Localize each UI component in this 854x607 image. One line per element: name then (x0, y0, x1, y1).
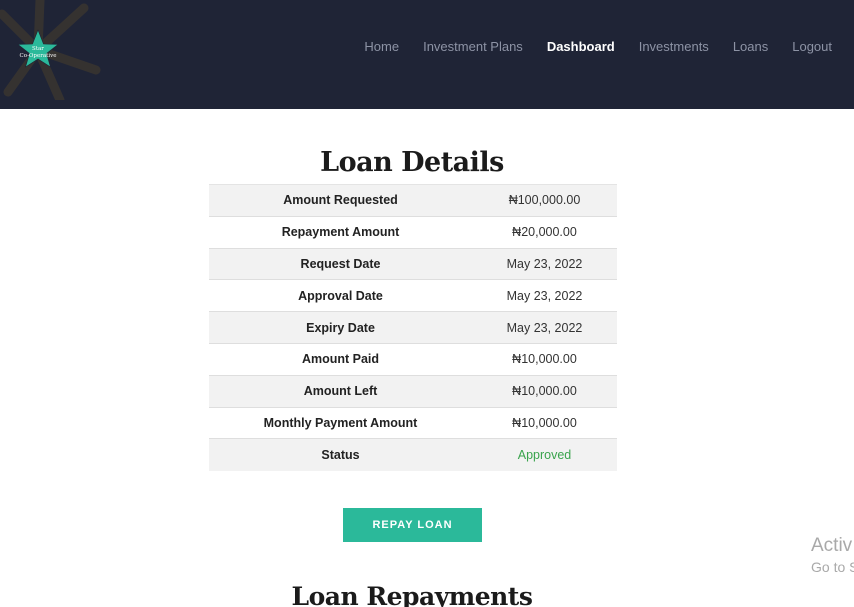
row-value: ₦10,000.00 (512, 384, 577, 399)
nav-home[interactable]: Home (364, 39, 399, 55)
star-logo[interactable]: Star Co-Operative (0, 0, 104, 100)
row-value: May 23, 2022 (506, 256, 583, 271)
activation-watermark: Activ Go to S (811, 535, 854, 576)
nav-dashboard[interactable]: Dashboard (547, 39, 615, 55)
row-label: Repayment Amount (281, 225, 400, 240)
navbar: Star Co-Operative Home Investment Plans … (0, 0, 854, 109)
table-row: Request Date May 23, 2022 (209, 248, 617, 280)
watermark-line2: Go to S (811, 559, 854, 575)
loan-details-title: Loan Details (320, 147, 504, 178)
row-value: ₦100,000.00 (508, 193, 581, 208)
nav-investments[interactable]: Investments (639, 39, 709, 55)
logo-text-line1: Star (32, 46, 44, 52)
table-row: Amount Requested ₦100,000.00 (209, 184, 617, 217)
row-value: May 23, 2022 (506, 320, 583, 335)
row-label: Amount Paid (301, 352, 380, 367)
row-label: Status (321, 448, 360, 463)
row-label: Request Date (300, 256, 381, 271)
nav-investment-plans[interactable]: Investment Plans (423, 39, 523, 55)
repay-loan-button[interactable]: REPAY LOAN (343, 508, 482, 542)
watermark-line1: Activ (811, 535, 853, 556)
table-row: Approval Date May 23, 2022 (209, 279, 617, 312)
row-label: Amount Requested (283, 193, 398, 208)
status-badge: Approved (517, 448, 572, 463)
table-row: Expiry Date May 23, 2022 (209, 311, 617, 344)
table-row: Status Approved (209, 438, 617, 471)
nav-logout[interactable]: Logout (792, 39, 832, 55)
star-icon: Star Co-Operative (0, 0, 101, 100)
row-value: May 23, 2022 (506, 288, 583, 303)
table-row: Monthly Payment Amount ₦10,000.00 (209, 407, 617, 439)
row-label: Expiry Date (306, 320, 375, 335)
loan-repayments-title: Loan Repayments (291, 582, 533, 607)
row-label: Approval Date (298, 288, 383, 303)
table-row: Repayment Amount ₦20,000.00 (209, 216, 617, 248)
row-value: ₦10,000.00 (512, 352, 577, 367)
row-label: Monthly Payment Amount (263, 415, 418, 430)
table-row: Amount Left ₦10,000.00 (209, 375, 617, 408)
row-value: ₦20,000.00 (512, 225, 577, 240)
loan-details-table: Amount Requested ₦100,000.00 Repayment A… (209, 184, 617, 471)
row-label: Amount Left (303, 384, 378, 399)
nav-loans[interactable]: Loans (733, 39, 768, 55)
logo-text-line2: Co-Operative (20, 53, 57, 59)
main-nav: Home Investment Plans Dashboard Investme… (364, 39, 832, 55)
row-value: ₦10,000.00 (512, 415, 577, 430)
table-row: Amount Paid ₦10,000.00 (209, 343, 617, 375)
